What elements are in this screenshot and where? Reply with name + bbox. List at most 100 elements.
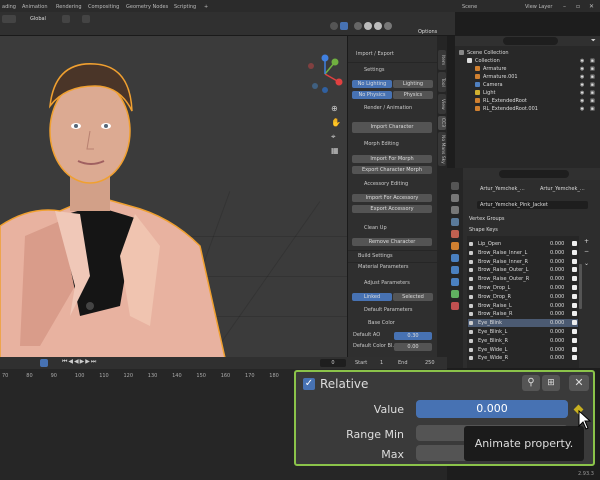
scene-selector[interactable]: Scene <box>462 3 477 11</box>
shape-key-value[interactable]: 0.000 <box>550 240 564 248</box>
tab-tool[interactable]: Tool <box>438 72 446 92</box>
playback-controls[interactable]: ⏮◀◀▶▶⏭ <box>62 358 97 366</box>
workspace-tab-rendering[interactable]: Rendering <box>56 3 82 11</box>
morph-editing-header[interactable]: Morph Editing <box>350 140 434 149</box>
shape-key-mute-checkbox[interactable] <box>572 241 577 246</box>
tab-cc3[interactable]: CC3 <box>438 116 446 130</box>
data-tab-icon[interactable] <box>451 290 459 298</box>
shape-key-row[interactable]: Brow_Raise_Inner_R 0.000 <box>468 258 578 266</box>
shape-key-mute-checkbox[interactable] <box>572 258 577 264</box>
shape-keys-header[interactable]: Shape Keys <box>469 226 498 234</box>
shape-key-value[interactable]: 0.000 <box>550 284 564 292</box>
transform-orientation[interactable]: Global <box>30 15 46 23</box>
world-tab-icon[interactable] <box>451 230 459 238</box>
tab-no-mans-sky[interactable]: No Mans Sky <box>438 132 446 166</box>
default-parameters-header[interactable]: Default Parameters <box>350 306 434 315</box>
record-toggle[interactable] <box>40 359 48 367</box>
physics-button[interactable]: Physics <box>393 91 433 99</box>
particles-tab-icon[interactable] <box>451 266 459 274</box>
outliner-row[interactable]: Camera ◉ ▣ <box>455 81 600 89</box>
shape-key-mute-checkbox[interactable] <box>572 302 577 308</box>
render-visibility-icon[interactable]: ▣ <box>590 73 595 81</box>
render-visibility-icon[interactable]: ▣ <box>590 65 595 73</box>
remove-character-button[interactable]: Remove Character <box>352 238 432 246</box>
render-visibility-icon[interactable]: ▣ <box>590 97 595 105</box>
shape-key-mute-checkbox[interactable] <box>572 293 577 299</box>
outliner-row[interactable]: Armature.001 ◉ ▣ <box>455 73 600 81</box>
shape-key-value[interactable]: 0.000 <box>550 346 564 354</box>
no-lighting-button[interactable]: No Lighting <box>352 80 392 88</box>
shape-key-mute-checkbox[interactable] <box>572 329 577 334</box>
zoom-icon[interactable]: ⊕ <box>331 104 338 113</box>
editor-type-icon[interactable] <box>2 15 16 23</box>
no-physics-button[interactable]: No Physics <box>352 91 392 99</box>
filter-icon[interactable]: ⏷ <box>591 37 596 45</box>
clean-up-header[interactable]: Clean Up <box>350 224 434 233</box>
shape-key-value[interactable]: 0.000 <box>550 249 564 257</box>
workspace-tab-compositing[interactable]: Compositing <box>88 3 119 11</box>
physics-tab-icon[interactable] <box>451 278 459 286</box>
scene-tab-icon[interactable] <box>451 218 459 226</box>
shape-key-value[interactable]: 0.000 <box>550 275 564 283</box>
vertex-groups-header[interactable]: Vertex Groups <box>469 215 505 223</box>
tool-tab-icon[interactable] <box>451 182 459 190</box>
selected-button[interactable]: Selected <box>393 293 433 301</box>
render-tab-icon[interactable] <box>451 194 459 202</box>
workspace-tab-shading[interactable]: ading <box>2 3 16 11</box>
add-shape-key-icon[interactable]: + <box>584 238 589 245</box>
workspace-tab-animation[interactable]: Animation <box>22 3 48 11</box>
snap-icon[interactable] <box>82 15 90 23</box>
properties-search-input[interactable] <box>499 170 569 178</box>
workspace-tab-geometry-nodes[interactable]: Geometry Nodes <box>126 3 168 11</box>
character-model[interactable] <box>0 46 240 358</box>
adjust-parameters-header[interactable]: Adjust Parameters <box>350 279 434 288</box>
outliner-row[interactable]: Scene Collection <box>455 49 600 57</box>
shape-key-row[interactable]: Eye_Blink_R 0.000 <box>468 337 578 345</box>
shape-key-row[interactable]: Eye_Blink 0.000 <box>468 319 578 328</box>
shape-key-row[interactable]: Brow_Raise_Outer_L 0.000 <box>468 266 578 274</box>
output-tab-icon[interactable] <box>451 206 459 214</box>
minimize-icon[interactable]: – <box>563 3 566 11</box>
pin-icon[interactable]: ⚲ <box>522 375 540 391</box>
remove-shape-key-icon[interactable]: − <box>584 248 589 255</box>
shape-key-row[interactable]: Eye_Wide_L 0.000 <box>468 346 578 354</box>
outliner-row[interactable]: Light ◉ ▣ <box>455 89 600 97</box>
render-visibility-icon[interactable]: ▣ <box>590 105 595 113</box>
shape-key-value[interactable]: 0.000 <box>550 310 564 318</box>
tab-view[interactable]: View <box>438 94 446 114</box>
visibility-icon[interactable]: ◉ <box>580 105 584 113</box>
shape-key-mute-checkbox[interactable] <box>572 355 577 361</box>
shape-key-row[interactable]: Brow_Raise_Outer_R 0.000 <box>468 275 578 283</box>
shape-key-value[interactable]: 0.000 <box>550 354 564 362</box>
material-tab-icon[interactable] <box>451 302 459 310</box>
3d-viewport[interactable]: ⊕ ✋ ⌖ ▦ <box>0 36 348 358</box>
render-visibility-icon[interactable]: ▣ <box>590 81 595 89</box>
export-character-morph-button[interactable]: Export Character Morph <box>352 166 432 174</box>
mesh-name-field[interactable]: Artur_Yemchek_Pink_Jacket <box>477 201 588 209</box>
visibility-icon[interactable]: ◉ <box>580 89 584 97</box>
shape-key-row[interactable]: Lip_Open 0.000 <box>468 240 578 248</box>
shape-key-row[interactable]: Eye_Blink_L 0.000 <box>468 328 578 336</box>
render-animation-header[interactable]: Render / Animation <box>350 104 434 113</box>
visibility-icon[interactable]: ◉ <box>580 81 584 89</box>
shape-key-row[interactable]: Brow_Raise_R 0.000 <box>468 310 578 318</box>
shape-key-value[interactable]: 0.000 <box>550 258 564 266</box>
perspective-toggle-icon[interactable]: ▦ <box>331 146 339 155</box>
modifier-tab-icon[interactable] <box>451 254 459 262</box>
accessory-editing-header[interactable]: Accessory Editing <box>350 180 434 189</box>
workspace-tab-scripting[interactable]: Scripting <box>174 3 196 11</box>
shape-key-row[interactable]: Brow_Drop_L 0.000 <box>468 284 578 292</box>
default-ao-field[interactable]: 0.30 <box>394 332 432 340</box>
pan-hand-icon[interactable]: ✋ <box>331 118 341 127</box>
linked-button[interactable]: Linked <box>352 293 392 301</box>
camera-view-icon[interactable]: ⌖ <box>331 132 336 142</box>
import-for-morph-button[interactable]: Import For Morph <box>352 155 432 163</box>
shape-key-mute-checkbox[interactable] <box>572 276 577 282</box>
viewport-shading-buttons[interactable] <box>330 15 440 30</box>
pivot-icon[interactable] <box>62 15 70 23</box>
object-tab-icon[interactable] <box>451 242 459 250</box>
visibility-icon[interactable]: ◉ <box>580 57 584 65</box>
shape-key-row[interactable]: Brow_Raise_Inner_L 0.000 <box>468 249 578 257</box>
maximize-icon[interactable]: ▫ <box>576 3 580 11</box>
import-for-accessory-button[interactable]: Import For Accessory <box>352 194 432 202</box>
